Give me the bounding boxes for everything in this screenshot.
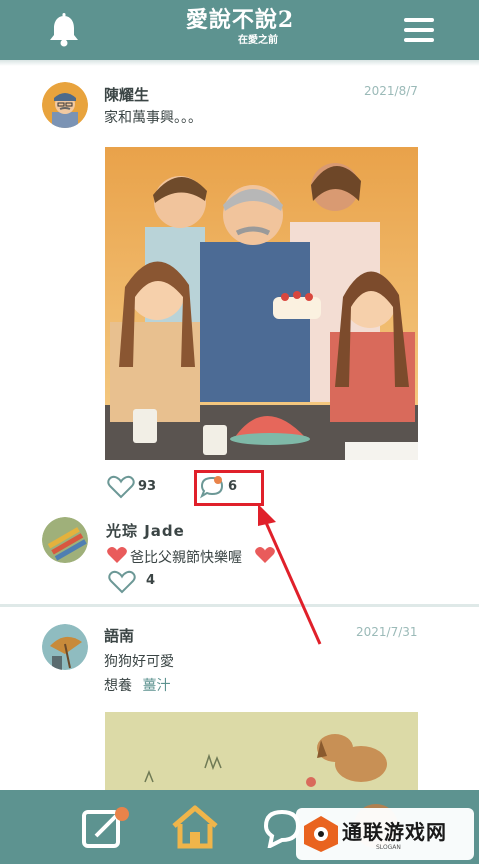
heart-outline-icon[interactable] bbox=[108, 570, 136, 594]
like-count: 93 bbox=[138, 479, 157, 494]
site-watermark: 通联游戏网 SLOGAN bbox=[296, 808, 474, 860]
adopt-link[interactable]: 薑汁 bbox=[142, 678, 170, 694]
watermark-slogan: SLOGAN bbox=[376, 844, 401, 851]
app-header: 愛說不說2 在愛之前 bbox=[0, 0, 479, 60]
avatar[interactable] bbox=[42, 624, 88, 670]
post-tag-line: 想養 薑汁 bbox=[104, 675, 170, 695]
post-text: 狗狗好可愛 bbox=[104, 654, 174, 670]
heart-icon bbox=[107, 547, 127, 563]
post-username[interactable]: 語南 bbox=[104, 625, 134, 646]
post-date: 2021/7/31 bbox=[356, 625, 418, 639]
bell-icon[interactable] bbox=[46, 12, 82, 48]
comment-like-count: 4 bbox=[146, 573, 156, 588]
post-image[interactable] bbox=[105, 147, 418, 460]
post-date: 2021/8/7 bbox=[364, 84, 418, 98]
heart-outline-icon[interactable] bbox=[107, 475, 135, 499]
app-logo[interactable]: 愛說不說2 在愛之前 bbox=[150, 6, 330, 56]
watermark-text: 通联游戏网 bbox=[342, 820, 447, 844]
annotation-arrow bbox=[258, 504, 322, 645]
post-image[interactable] bbox=[105, 712, 418, 790]
post-text: 家和萬事興。。。 bbox=[104, 110, 202, 126]
compose-icon[interactable] bbox=[80, 806, 132, 850]
comment-text: 爸比父親節快樂喔 bbox=[130, 550, 242, 566]
post-username[interactable]: 陳耀生 bbox=[104, 84, 149, 105]
comment-username[interactable]: 光琮 Jade bbox=[106, 520, 185, 541]
watermark-logo-icon bbox=[304, 816, 338, 852]
header-shadow bbox=[0, 60, 479, 66]
adopt-label: 想養 bbox=[104, 678, 132, 694]
hamburger-menu-icon[interactable] bbox=[402, 14, 436, 46]
post-divider bbox=[0, 604, 479, 607]
avatar[interactable] bbox=[42, 517, 88, 563]
home-icon[interactable] bbox=[170, 804, 220, 850]
app-subtitle: 在愛之前 bbox=[238, 35, 278, 46]
app-title: 愛說不說2 bbox=[185, 7, 295, 33]
avatar[interactable] bbox=[42, 82, 88, 128]
